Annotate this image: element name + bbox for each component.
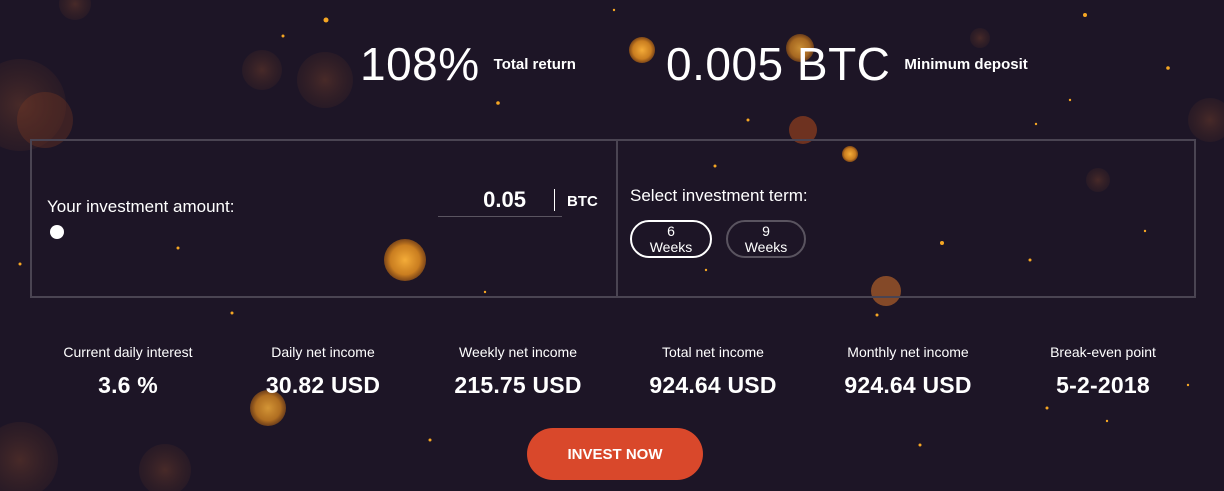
text-caret — [554, 189, 555, 211]
total-return-value: 108% — [360, 38, 480, 90]
metric-value: 3.6 % — [98, 372, 158, 398]
metric-label: Weekly net income — [458, 344, 577, 360]
calculator-divider — [616, 141, 618, 296]
metric-label: Total net income — [662, 344, 764, 360]
term-option-6-weeks[interactable]: 6 Weeks — [630, 220, 712, 258]
minimum-deposit-label: Minimum deposit — [904, 56, 1028, 73]
metric-label: Current daily interest — [63, 344, 193, 360]
metric-label: Monthly net income — [847, 344, 969, 360]
metric-label: Daily net income — [271, 344, 375, 360]
minimum-deposit-value: 0.005 BTC — [666, 38, 891, 90]
metric-break-even-point: Break-even point 5-2-2018 — [1003, 340, 1203, 399]
metric-value: 924.64 USD — [844, 372, 972, 398]
metric-value: 215.75 USD — [454, 372, 582, 398]
metric-daily-interest: Current daily interest 3.6 % — [28, 340, 228, 399]
income-metrics: Current daily interest 3.6 % Daily net i… — [0, 340, 1224, 410]
metric-weekly-net-income: Weekly net income 215.75 USD — [418, 340, 618, 399]
amount-unit-label: BTC — [567, 193, 598, 210]
total-return-stat: 108% Total return — [360, 34, 576, 94]
metric-label: Break-even point — [1050, 344, 1156, 360]
investment-amount-input[interactable] — [438, 183, 562, 217]
investment-term-label: Select investment term: — [630, 186, 808, 205]
metric-value: 924.64 USD — [649, 372, 777, 398]
metric-daily-net-income: Daily net income 30.82 USD — [223, 340, 423, 399]
investment-calculator: Your investment amount: BTC Select inves… — [30, 139, 1196, 298]
metric-total-net-income: Total net income 924.64 USD — [613, 340, 813, 399]
metric-monthly-net-income: Monthly net income 924.64 USD — [808, 340, 1008, 399]
invest-now-button[interactable]: INVEST NOW — [527, 428, 703, 480]
metric-value: 30.82 USD — [265, 372, 381, 398]
investment-amount-label: Your investment amount: — [47, 197, 235, 216]
term-option-9-weeks[interactable]: 9 Weeks — [726, 220, 806, 258]
investment-amount-slider[interactable] — [49, 224, 589, 240]
slider-handle[interactable] — [50, 225, 64, 239]
metric-value: 5-2-2018 — [1056, 372, 1150, 398]
total-return-label: Total return — [493, 56, 576, 73]
minimum-deposit-stat: 0.005 BTC Minimum deposit — [666, 34, 1028, 94]
